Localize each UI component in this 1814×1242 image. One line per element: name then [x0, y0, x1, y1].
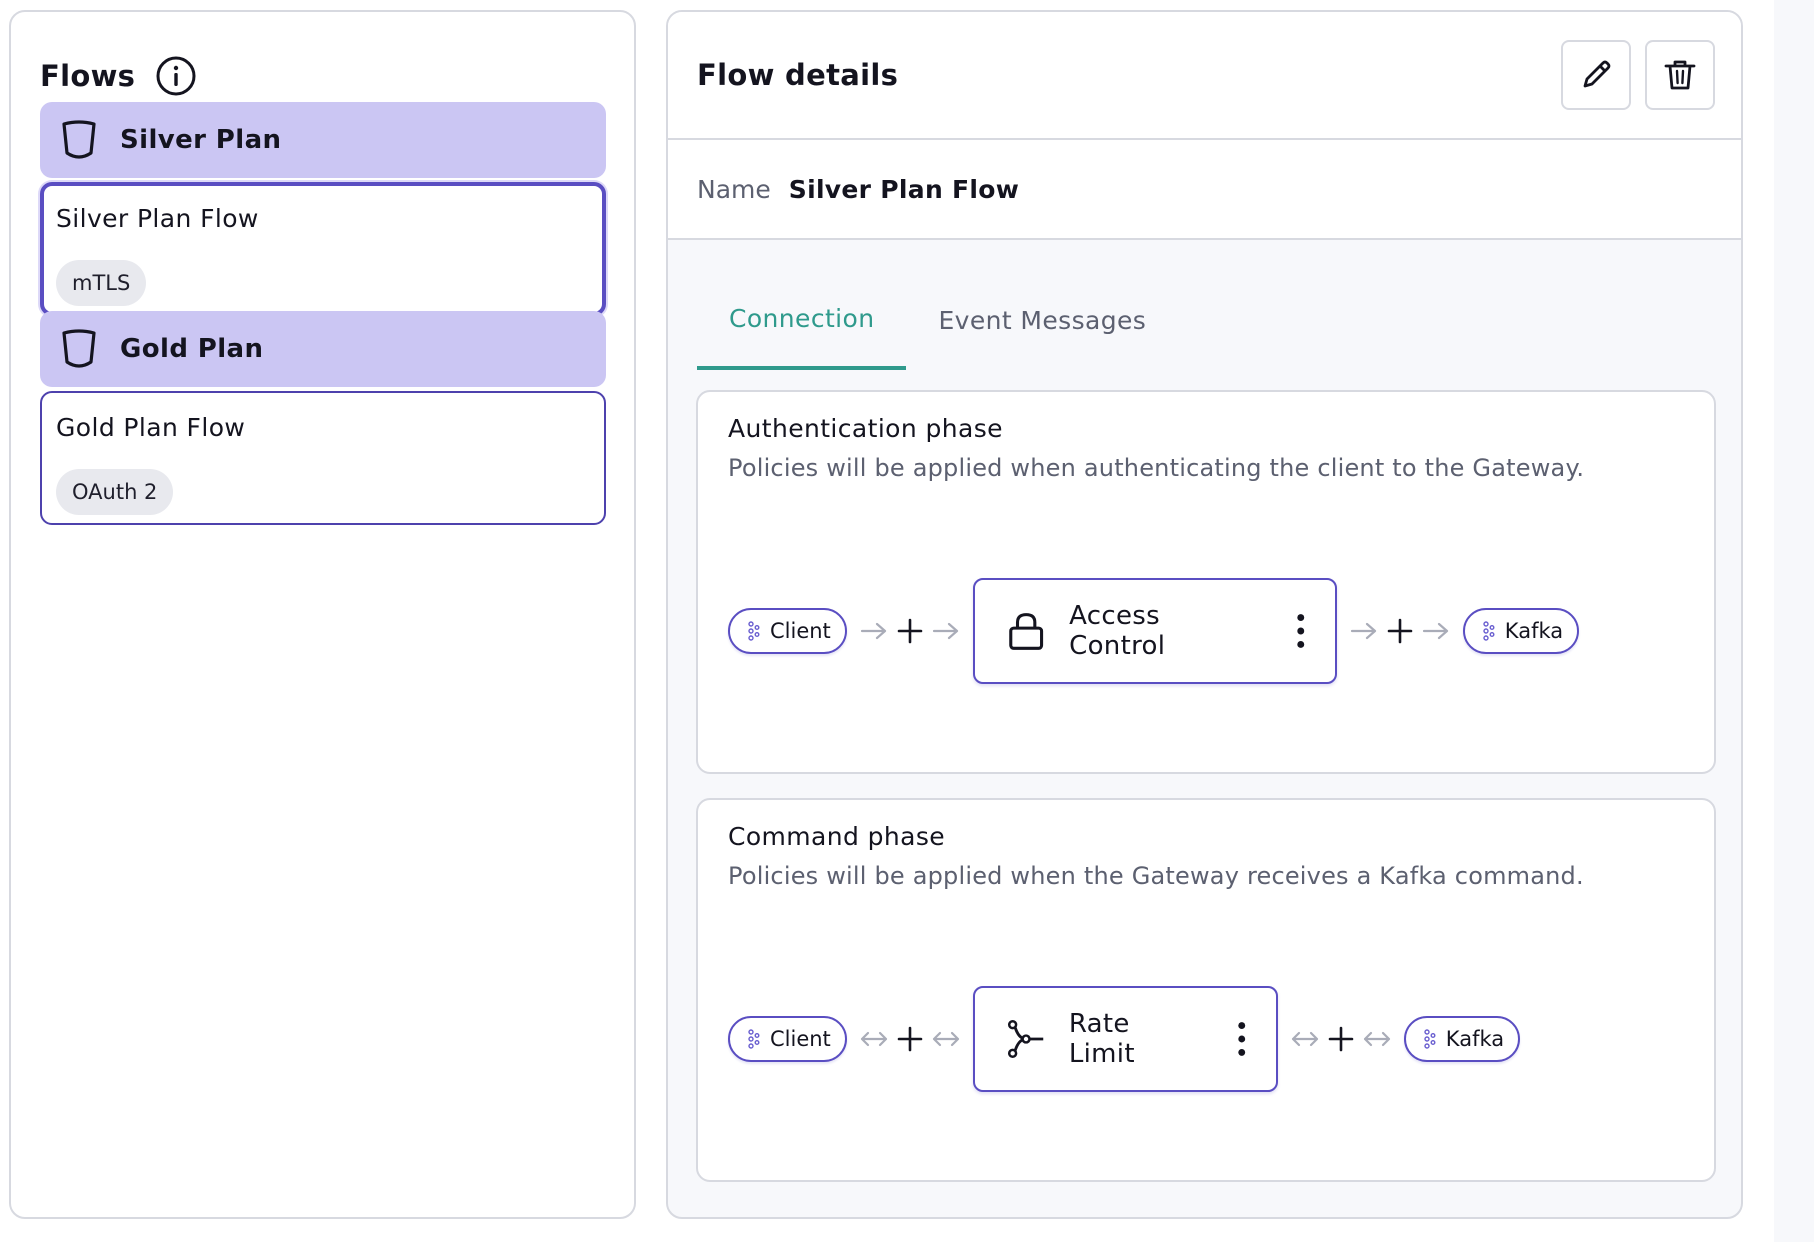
name-value: Silver Plan Flow: [788, 174, 1020, 204]
kafka-endpoint: Kafka: [1403, 1016, 1521, 1062]
add-policy-icon[interactable]: [1328, 1026, 1354, 1052]
plan-header-gold[interactable]: Gold Plan: [40, 311, 606, 387]
connector-out: [1290, 1026, 1392, 1052]
add-policy-icon[interactable]: [1387, 618, 1413, 644]
arrow-bidirectional-icon: [1363, 1031, 1390, 1047]
phase-description: Policies will be applied when authentica…: [728, 454, 1585, 482]
policy-chain: Client Rate Limit Kafka: [728, 986, 1521, 1092]
kafka-icon: [1483, 621, 1495, 641]
arrow-right-icon: [860, 622, 886, 640]
arrow-right-icon: [932, 622, 958, 640]
more-options-icon[interactable]: [1295, 611, 1307, 651]
endpoint-label: Kafka: [1504, 619, 1564, 643]
phase-description: Policies will be applied when the Gatewa…: [728, 862, 1584, 890]
right-edge-strip: [1774, 0, 1814, 1242]
edit-button[interactable]: [1561, 40, 1631, 110]
flows-header: Flows: [40, 48, 197, 104]
delete-button[interactable]: [1645, 40, 1715, 110]
policy-name: Rate Limit: [1068, 1009, 1135, 1069]
endpoint-label: Client: [770, 1027, 831, 1051]
arrow-bidirectional-icon: [1291, 1031, 1318, 1047]
policy-chain: Client Access Control Kafka: [728, 578, 1580, 684]
kafka-icon: [1424, 1029, 1436, 1049]
details-title: Flow details: [697, 58, 899, 92]
policy-name: Access Control: [1069, 601, 1166, 661]
pencil-icon: [1583, 60, 1611, 88]
kafka-icon: [748, 621, 760, 641]
phase-title: Authentication phase: [728, 414, 1003, 443]
flow-card-silver-plan-flow[interactable]: Silver Plan Flow mTLS: [40, 182, 606, 316]
kafka-endpoint: Kafka: [1462, 608, 1580, 654]
client-endpoint: Client: [728, 1016, 847, 1062]
trash-icon: [1664, 60, 1696, 90]
flow-tag: mTLS: [56, 260, 147, 306]
connector-in: [859, 1026, 961, 1052]
phase-title: Command phase: [728, 822, 946, 851]
flows-panel: Flows Silver Plan Silver Plan Flow mTLS …: [9, 10, 636, 1219]
flows-title: Flows: [40, 59, 136, 93]
branch-icon: [1007, 1019, 1044, 1059]
details-header: Flow details: [668, 12, 1741, 140]
arrow-bidirectional-icon: [932, 1031, 959, 1047]
flow-tag: OAuth 2: [56, 469, 174, 515]
name-label: Name: [697, 174, 771, 204]
arrow-right-icon: [1350, 622, 1376, 640]
tab-connection[interactable]: Connection: [697, 282, 907, 370]
plan-header-silver[interactable]: Silver Plan: [40, 102, 606, 178]
command-phase-card: Command phase Policies will be applied w…: [696, 798, 1716, 1182]
flow-details-panel: Flow details Name Silver Plan Flow Conne…: [666, 10, 1743, 1219]
add-policy-icon[interactable]: [897, 618, 923, 644]
connector-in: [859, 618, 961, 644]
client-endpoint: Client: [728, 608, 847, 654]
authentication-phase-card: Authentication phase Policies will be ap…: [696, 390, 1716, 774]
phase-tabs: Connection Event Messages: [697, 282, 1178, 370]
more-options-icon[interactable]: [1236, 1019, 1247, 1059]
lock-icon: [1009, 613, 1043, 650]
info-icon[interactable]: [155, 55, 197, 97]
tab-event-messages[interactable]: Event Messages: [906, 282, 1178, 370]
shield-icon: [62, 120, 96, 159]
add-policy-icon[interactable]: [897, 1026, 923, 1052]
policy-access-control[interactable]: Access Control: [972, 578, 1337, 684]
flow-card-gold-plan-flow[interactable]: Gold Plan Flow OAuth 2: [40, 391, 606, 525]
arrow-right-icon: [1422, 622, 1448, 640]
arrow-bidirectional-icon: [860, 1031, 887, 1047]
flow-name: Gold Plan Flow: [56, 413, 246, 442]
plan-name: Gold Plan: [120, 334, 264, 364]
plan-name: Silver Plan: [120, 125, 282, 155]
endpoint-label: Kafka: [1445, 1027, 1505, 1051]
policy-rate-limit[interactable]: Rate Limit: [972, 986, 1278, 1092]
shield-icon: [62, 329, 96, 368]
kafka-icon: [748, 1029, 760, 1049]
flow-name-row: Name Silver Plan Flow: [668, 140, 1741, 240]
connector-out: [1349, 618, 1451, 644]
flow-name: Silver Plan Flow: [56, 204, 259, 233]
endpoint-label: Client: [770, 619, 831, 643]
